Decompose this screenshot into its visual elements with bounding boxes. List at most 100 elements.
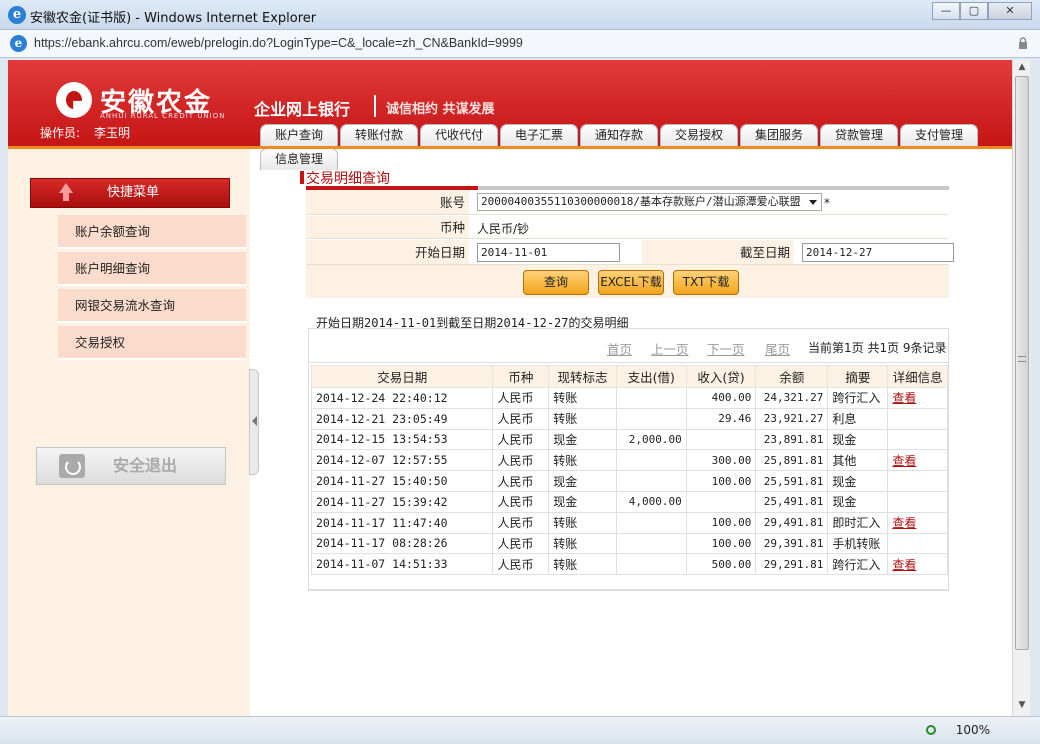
result-panel: 首页 上一页 下一页 尾页 当前第1页 共1页 9条记录 交易日期 币种 现转标… (308, 328, 949, 591)
cell-cash-flag: 现金 (548, 428, 617, 451)
cell-currency: 人民币 (492, 428, 550, 451)
scroll-thumb[interactable] (1015, 76, 1029, 650)
cell-cash-flag: 转账 (548, 449, 617, 472)
sidebar: 快捷菜单 账户余额查询 账户明细查询 网银交易流水查询 交易授权 安全退出 (8, 149, 259, 716)
cell-cash-flag: 转账 (548, 387, 617, 409)
end-date-input[interactable]: 2014-12-27 (802, 243, 954, 262)
page-viewport: 安徽农金 ANHUI RURAL CREDIT UNION 企业网上银行 诚信相… (8, 60, 1012, 716)
col-currency: 币种 (492, 365, 550, 388)
tab-info[interactable]: 信息管理 (260, 148, 338, 170)
site-title: 企业网上银行 (254, 100, 351, 119)
tab-notice-deposit[interactable]: 通知存款 (580, 124, 658, 146)
status-bar: 100% (0, 716, 1040, 744)
pager-last[interactable]: 尾页 (765, 339, 790, 358)
quick-menu-header[interactable]: 快捷菜单 (30, 178, 230, 208)
cell-debit (615, 470, 687, 492)
col-memo: 摘要 (827, 365, 889, 388)
arrow-up-icon (59, 183, 73, 201)
sidebar-item-authorization[interactable]: 交易授权 (58, 326, 246, 360)
scroll-grip-icon (1018, 356, 1026, 362)
maximize-button[interactable]: ▢ (960, 2, 988, 20)
col-debit: 支出(借) (615, 365, 687, 388)
tab-transfer[interactable]: 转账付款 (340, 124, 418, 146)
cell-detail (887, 428, 948, 451)
cell-balance: 23,921.27 (755, 407, 829, 430)
query-button[interactable]: 查询 (523, 270, 589, 295)
table-header-row: 交易日期 币种 现转标志 支出(借) 收入(贷) 余额 摘要 详细信息 (310, 365, 948, 388)
cell-currency: 人民币 (492, 553, 550, 576)
minimize-button[interactable]: — (932, 2, 960, 20)
cell-cash-flag: 转账 (548, 511, 617, 534)
view-detail-link[interactable]: 查看 (892, 516, 916, 530)
tab-group-service[interactable]: 集团服务 (740, 124, 818, 146)
cell-detail (887, 490, 948, 513)
operator-name: 李玉明 (94, 126, 131, 140)
cell-balance: 25,491.81 (755, 490, 829, 513)
pager-next[interactable]: 下一页 (707, 339, 745, 358)
scroll-up-icon[interactable]: ▲ (1016, 62, 1028, 74)
view-detail-link[interactable]: 查看 (892, 391, 916, 405)
cell-cash-flag: 转账 (548, 407, 617, 430)
table-row: 2014-11-17 08:28:26 人民币 转账 100.00 29,391.81 手… (310, 532, 948, 555)
cell-date: 2014-11-27 15:40:50 (310, 470, 494, 492)
tab-loan[interactable]: 贷款管理 (820, 124, 898, 146)
tab-collection[interactable]: 代收代付 (420, 124, 498, 146)
tab-payment[interactable]: 支付管理 (900, 124, 978, 146)
window-title: 安徽农金(证书版) - Windows Internet Explorer (30, 11, 317, 26)
col-cash-flag: 现转标志 (548, 365, 617, 388)
table-row: 2014-11-27 15:40:50 人民币 现金 100.00 25,591.81 现… (310, 470, 948, 492)
section-title: 交易明细查询 (300, 168, 390, 188)
cell-date: 2014-12-15 13:54:53 (310, 428, 494, 451)
scroll-down-icon[interactable]: ▼ (1016, 700, 1028, 712)
cell-memo: 即时汇入 (827, 511, 889, 534)
currency-label: 币种 (306, 216, 469, 238)
cell-balance: 29,291.81 (755, 553, 829, 576)
vertical-scrollbar[interactable]: ▲ ▼ (1012, 60, 1030, 716)
zoom-icon[interactable] (926, 725, 936, 735)
start-date-input[interactable]: 2014-11-01 (477, 243, 620, 262)
lock-icon[interactable] (1018, 37, 1028, 49)
currency-value: 人民币/钞 (477, 222, 530, 236)
tab-authorization[interactable]: 交易授权 (660, 124, 738, 146)
pager-prev[interactable]: 上一页 (651, 339, 689, 358)
cell-memo: 跨行汇入 (827, 553, 889, 576)
start-date-label: 开始日期 (306, 240, 469, 264)
table-row: 2014-12-24 22:40:12 人民币 转账 400.00 24,321.27 跨… (310, 387, 948, 409)
cell-cash-flag: 现金 (548, 470, 617, 492)
bank-logo-english: ANHUI RURAL CREDIT UNION (100, 112, 226, 120)
cell-balance: 29,491.81 (755, 511, 829, 534)
view-detail-link[interactable]: 查看 (892, 558, 916, 572)
txt-download-button[interactable]: TXT下载 (673, 270, 739, 295)
cell-currency: 人民币 (492, 490, 550, 513)
cell-cash-flag: 转账 (548, 532, 617, 555)
table-row: 2014-12-21 23:05:49 人民币 转账 29.46 23,921.27 利息 (310, 407, 948, 430)
sidebar-item-detail[interactable]: 账户明细查询 (58, 252, 246, 286)
tab-account-query[interactable]: 账户查询 (260, 124, 338, 146)
cell-currency: 人民币 (492, 387, 550, 409)
url-field[interactable]: https://ebank.ahrcu.com/eweb/prelogin.do… (34, 36, 523, 50)
tab-e-draft[interactable]: 电子汇票 (500, 124, 578, 146)
sidebar-collapse-handle[interactable] (249, 369, 259, 475)
address-bar: e https://ebank.ahrcu.com/eweb/prelogin.… (0, 30, 1040, 58)
sidebar-item-balance[interactable]: 账户余额查询 (58, 215, 246, 249)
cell-credit: 100.00 (685, 532, 757, 555)
sidebar-item-flow[interactable]: 网银交易流水查询 (58, 289, 246, 323)
excel-download-button[interactable]: EXCEL下载 (598, 270, 664, 295)
account-select[interactable]: 20000400355110300000018/基本存款账户/潜山源潭爱心联盟 (477, 193, 822, 211)
pager-info: 当前第1页 共1页 9条记录 (808, 341, 947, 355)
power-icon (59, 454, 85, 478)
close-button[interactable]: ✕ (988, 2, 1032, 20)
cell-balance: 23,891.81 (755, 428, 829, 451)
ie-icon: e (8, 6, 26, 24)
pager-first[interactable]: 首页 (607, 339, 632, 358)
logout-button[interactable]: 安全退出 (36, 447, 226, 485)
cell-balance: 25,891.81 (755, 449, 829, 472)
zoom-level[interactable]: 100% (956, 723, 990, 737)
account-select-value: 20000400355110300000018/基本存款账户/潜山源潭爱心联盟 (481, 195, 801, 208)
table-row: 2014-11-07 14:51:33 人民币 转账 500.00 29,291.81 跨… (310, 553, 948, 576)
cell-currency: 人民币 (492, 449, 550, 472)
cell-detail (887, 470, 948, 492)
view-detail-link[interactable]: 查看 (892, 454, 916, 468)
site-slogan: 诚信相约 共谋发展 (386, 102, 495, 117)
cell-credit: 300.00 (685, 449, 757, 472)
